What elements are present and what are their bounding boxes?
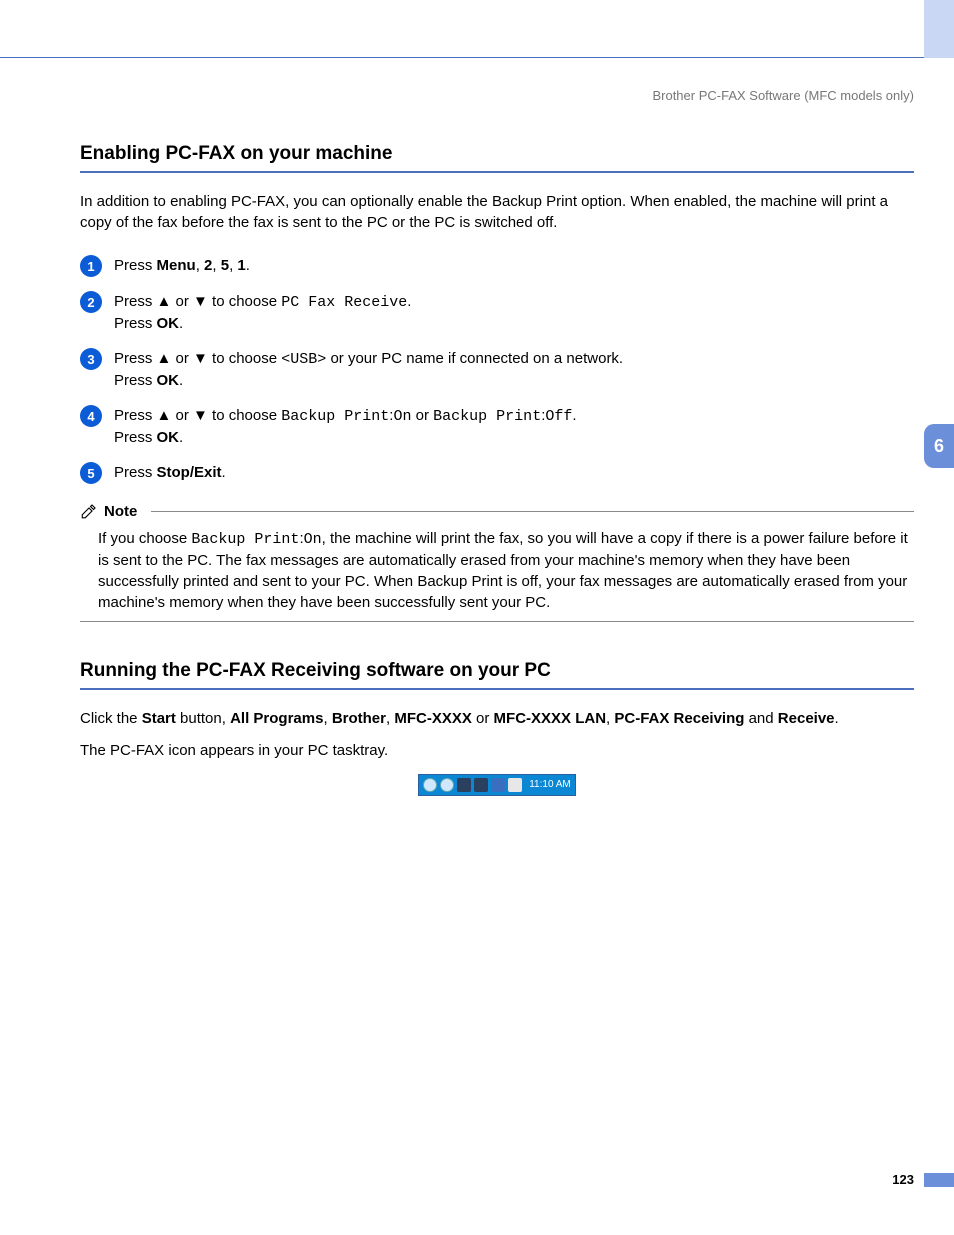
step: 3 Press ▲ or ▼ to choose <USB> or your PC…: [80, 348, 914, 391]
section-running: Running the PC-FAX Receiving software on…: [80, 660, 914, 796]
step-bullet: 1: [80, 255, 102, 277]
header-crumb: Brother PC-FAX Software (MFC models only…: [0, 58, 954, 103]
tasktray-image: 11:10 AM: [418, 774, 576, 796]
note-block: Note If you choose Backup Print:On, the …: [80, 502, 914, 622]
tray-arrow-icon: [423, 778, 437, 792]
step-text: Press ▲ or ▼ to choose Backup Print:On o…: [114, 405, 577, 448]
tray-icon: [491, 778, 505, 792]
note-rule: [151, 511, 914, 512]
tray-icon: [474, 778, 488, 792]
section1-intro: In addition to enabling PC-FAX, you can …: [80, 191, 914, 233]
note-body: If you choose Backup Print:On, the machi…: [80, 522, 914, 622]
heading-rule: [80, 171, 914, 173]
step: 1 Press Menu, 2, 5, 1.: [80, 255, 914, 277]
steps-list: 1 Press Menu, 2, 5, 1. 2 Press ▲ or ▼ to ch…: [80, 255, 914, 484]
step-bullet: 4: [80, 405, 102, 427]
step-text: Press ▲ or ▼ to choose <USB> or your PC …: [114, 348, 623, 391]
section2-para1: Click the Start button, All Programs, Br…: [80, 708, 914, 730]
step-bullet: 3: [80, 348, 102, 370]
note-label: Note: [104, 503, 137, 520]
section2-para2: The PC-FAX icon appears in your PC taskt…: [80, 740, 914, 762]
heading-rule: [80, 688, 914, 690]
tray-icon: [457, 778, 471, 792]
step-bullet: 2: [80, 291, 102, 313]
page-number-bar: [924, 1173, 954, 1187]
step: 2 Press ▲ or ▼ to choose PC Fax Receive.P…: [80, 291, 914, 334]
chapter-tab: 6: [924, 424, 954, 468]
tray-time: 11:10 AM: [525, 779, 571, 790]
section-heading-1: Enabling PC-FAX on your machine: [80, 143, 914, 165]
section-enabling: Enabling PC-FAX on your machine In addit…: [80, 143, 914, 622]
top-band: [0, 0, 954, 58]
tray-pcfax-icon: [440, 778, 454, 792]
page-number: 123: [892, 1172, 914, 1187]
step-text: Press Stop/Exit.: [114, 462, 226, 483]
step-text: Press Menu, 2, 5, 1.: [114, 255, 250, 276]
section-heading-2: Running the PC-FAX Receiving software on…: [80, 660, 914, 682]
note-pencil-icon: [80, 502, 98, 520]
step-text: Press ▲ or ▼ to choose PC Fax Receive.Pr…: [114, 291, 411, 334]
tray-icon: [508, 778, 522, 792]
step: 5 Press Stop/Exit.: [80, 462, 914, 484]
step-bullet: 5: [80, 462, 102, 484]
step: 4 Press ▲ or ▼ to choose Backup Print:On …: [80, 405, 914, 448]
